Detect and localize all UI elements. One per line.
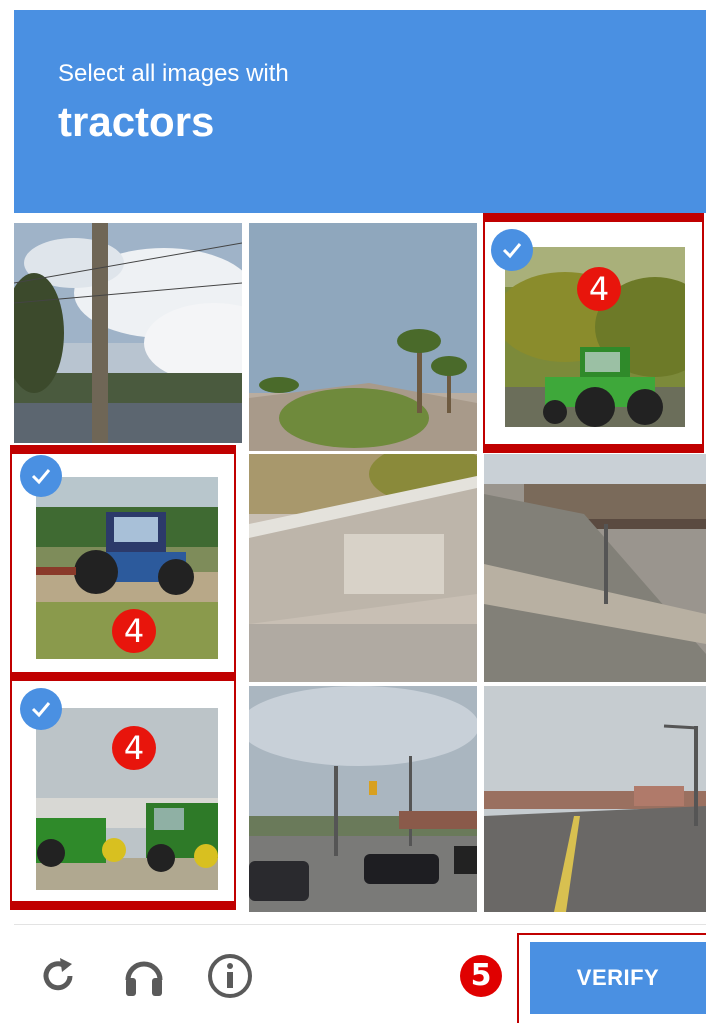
highlight-bar xyxy=(10,901,236,910)
reload-icon[interactable] xyxy=(32,950,84,1002)
step-marker: 4 xyxy=(577,267,621,311)
tile-image xyxy=(484,454,706,682)
tile-image xyxy=(249,686,477,912)
selected-check-icon xyxy=(491,229,533,271)
highlight-bar xyxy=(10,445,236,454)
headphones-icon[interactable] xyxy=(118,950,170,1002)
image-tile-5[interactable] xyxy=(249,454,477,682)
image-tile-9[interactable] xyxy=(484,686,706,912)
verify-button[interactable]: VERIFY xyxy=(530,942,706,1014)
highlight-bar xyxy=(483,444,704,453)
highlight-bar xyxy=(10,672,236,681)
info-icon[interactable] xyxy=(204,950,256,1002)
image-tile-8[interactable] xyxy=(249,686,477,912)
highlight-bar xyxy=(483,213,704,222)
selected-check-icon xyxy=(20,455,62,497)
image-tile-2[interactable] xyxy=(249,223,477,451)
tile-image xyxy=(14,223,242,443)
tile-image xyxy=(249,454,477,682)
footer-divider xyxy=(14,924,706,925)
selected-tile-frame[interactable]: 4 xyxy=(10,672,236,910)
selected-check-icon xyxy=(20,688,62,730)
challenge-prompt: Select all images with xyxy=(58,60,289,87)
challenge-header: Select all images with tractors xyxy=(14,10,706,213)
selected-tile-frame[interactable]: 4 xyxy=(10,445,236,692)
image-tile-6[interactable] xyxy=(484,454,706,682)
image-tile-1[interactable] xyxy=(14,223,242,443)
step-marker: 4 xyxy=(112,726,156,770)
step-marker: 4 xyxy=(112,609,156,653)
tile-image xyxy=(484,686,706,912)
challenge-target: tractors xyxy=(58,98,215,145)
step-marker: 5 xyxy=(460,955,502,997)
selected-tile-frame[interactable]: 4 xyxy=(483,213,704,453)
tile-image xyxy=(249,223,477,451)
